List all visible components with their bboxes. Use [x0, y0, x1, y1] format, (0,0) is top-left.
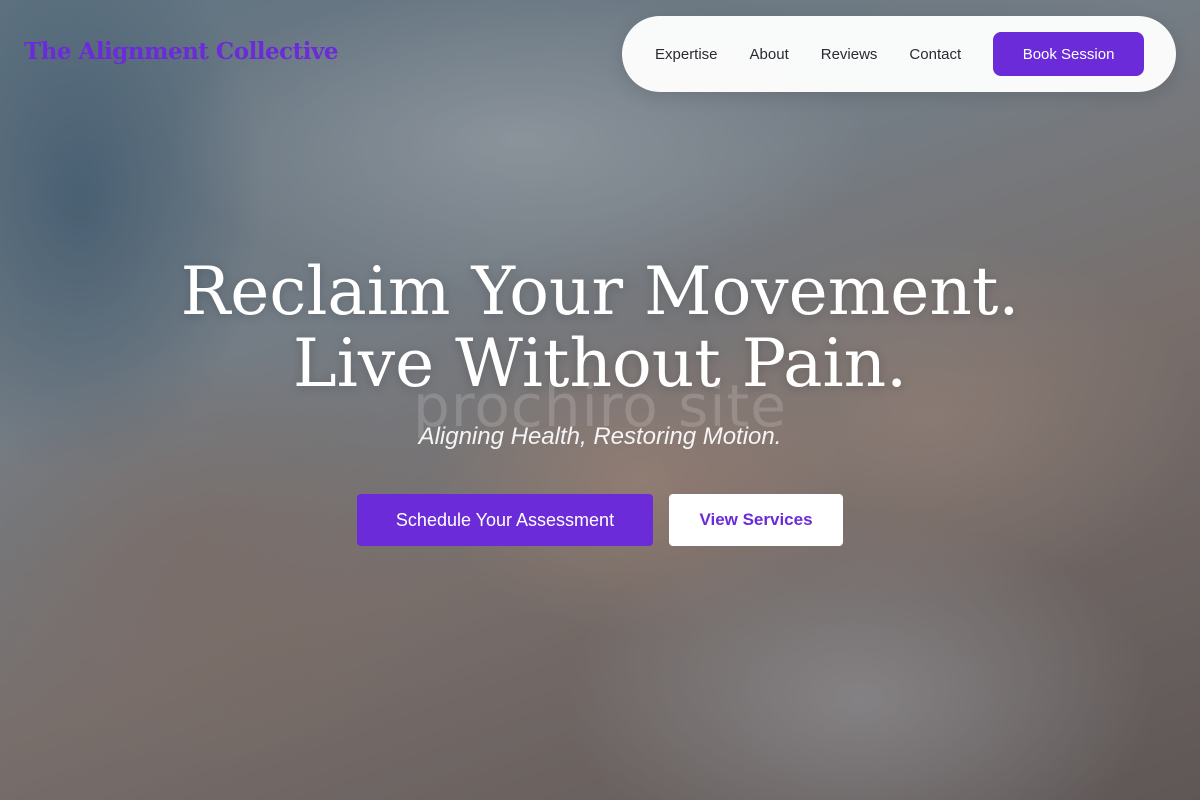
hero-headline-line-2: Live Without Pain.	[292, 325, 908, 402]
nav-link-reviews[interactable]: Reviews	[821, 46, 878, 63]
view-services-button[interactable]: View Services	[669, 494, 843, 546]
nav-link-expertise[interactable]: Expertise	[655, 46, 718, 63]
hero-cta-group: Schedule Your Assessment View Services	[357, 494, 843, 546]
hero-tagline: Aligning Health, Restoring Motion.	[418, 423, 782, 450]
nav-link-about[interactable]: About	[750, 46, 789, 63]
top-navigation: Expertise About Reviews Contact Book Ses…	[622, 16, 1176, 92]
hero-headline: Reclaim Your Movement. Live Without Pain…	[0, 256, 1200, 400]
brand-logo[interactable]: The Alignment Collective	[24, 38, 339, 65]
schedule-assessment-button[interactable]: Schedule Your Assessment	[357, 494, 653, 546]
book-session-button[interactable]: Book Session	[993, 32, 1144, 76]
hero-headline-line-1: Reclaim Your Movement.	[180, 253, 1020, 330]
nav-link-contact[interactable]: Contact	[909, 46, 961, 63]
